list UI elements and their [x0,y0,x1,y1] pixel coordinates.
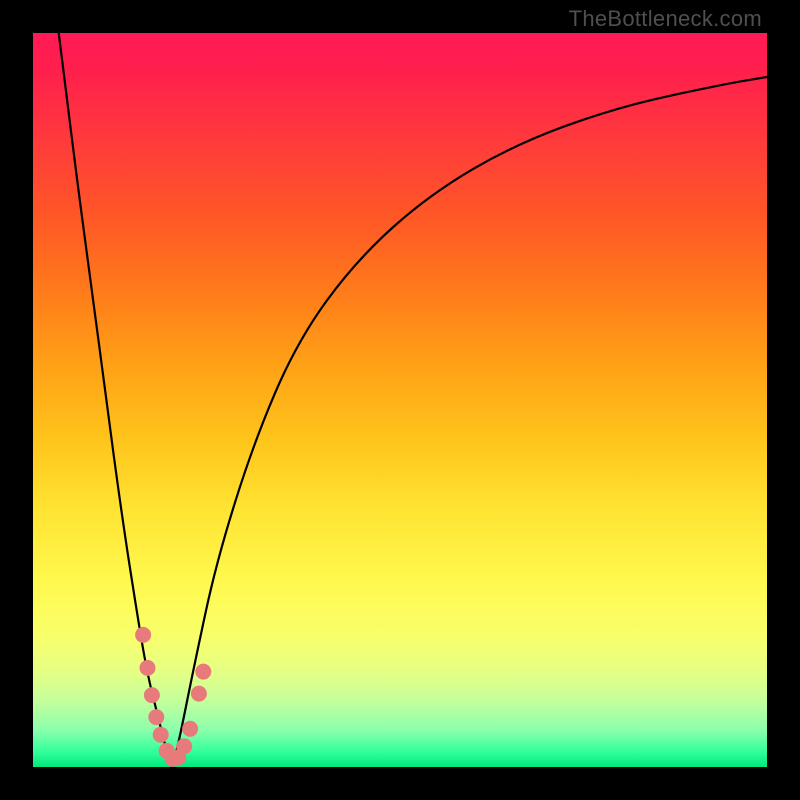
bottleneck-curve-right [173,77,768,767]
marker-dot [148,709,164,725]
bottleneck-curve-left [59,33,173,767]
marker-dot [140,660,156,676]
marker-dot [153,727,169,743]
marker-dot [182,721,198,737]
marker-dot [195,664,211,680]
marker-dot [176,738,192,754]
marker-group [135,627,211,767]
chart-frame: { "watermark": "TheBottleneck.com", "cha… [0,0,800,800]
marker-dot [191,686,207,702]
marker-dot [144,687,160,703]
marker-dot [135,627,151,643]
watermark-label: TheBottleneck.com [569,6,762,32]
curve-layer [33,33,767,767]
